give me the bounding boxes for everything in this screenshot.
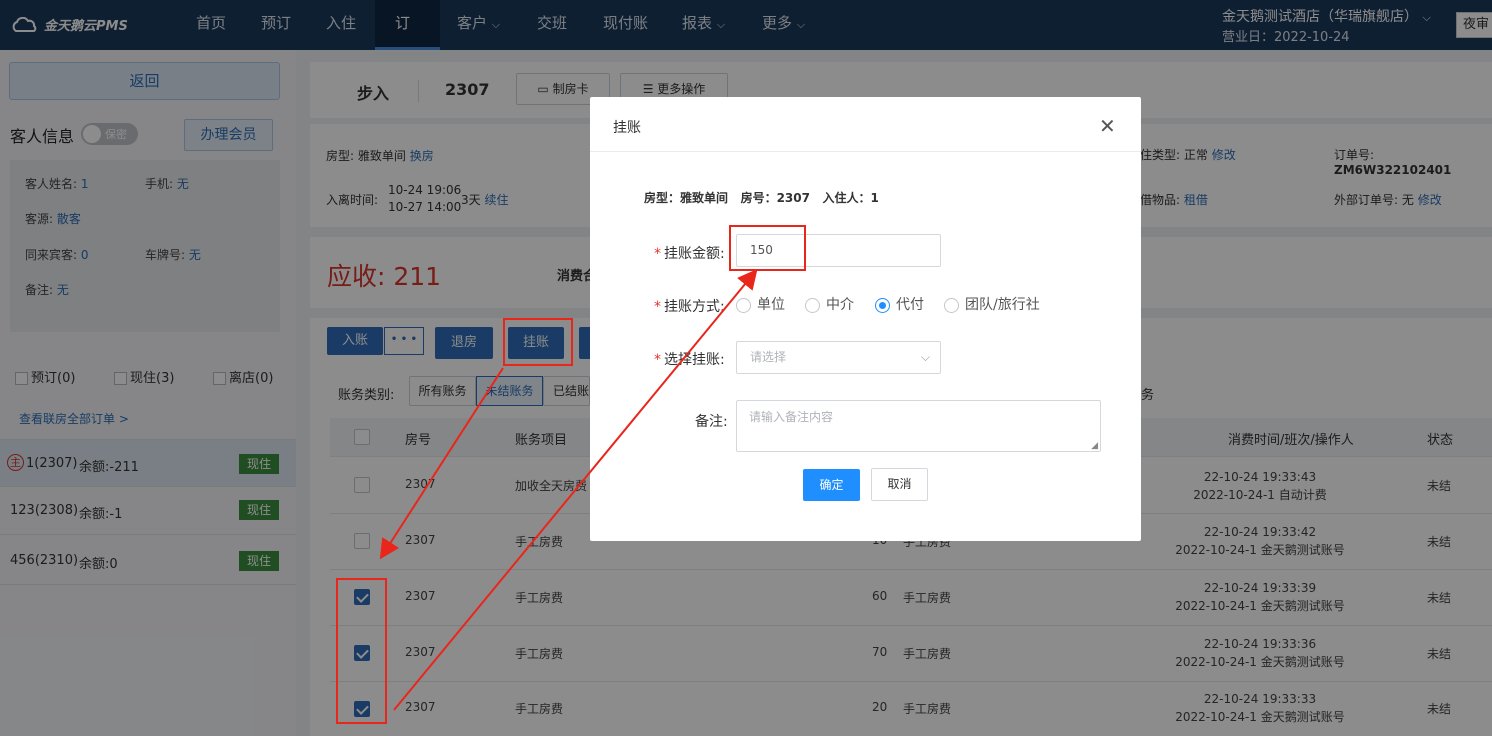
resize-handle-icon: ◢	[1091, 441, 1098, 451]
divider	[590, 151, 1141, 152]
close-icon[interactable]: ✕	[1099, 114, 1116, 138]
annotation-box-selected-rows	[336, 578, 387, 724]
dialog-title: 挂账	[613, 120, 641, 136]
chevron-down-icon: ⌵	[920, 350, 930, 364]
confirm-button[interactable]: 确定	[803, 469, 860, 501]
radio-icon	[805, 297, 820, 313]
remark-label: 备注:	[695, 414, 728, 430]
remark-textarea[interactable]: 请输入备注内容 ◢	[736, 400, 1101, 452]
method-label: * 挂账方式:	[654, 299, 725, 315]
method-option-agent[interactable]: 中介	[805, 294, 854, 314]
method-option-unit[interactable]: 单位	[736, 294, 785, 314]
radio-selected-icon	[875, 297, 890, 313]
credit-dialog: 挂账 ✕ 房型：雅致单间 房号：2307 入住人：1 * 挂账金额: 150 * 挂…	[590, 97, 1141, 541]
annotation-box-amount-input	[729, 225, 806, 271]
radio-icon	[736, 297, 751, 313]
select-credit-label: * 选择挂账:	[654, 352, 725, 368]
method-option-group[interactable]: 团队/旅行社	[944, 294, 1040, 314]
credit-account-select[interactable]: 请选择 ⌵	[736, 341, 941, 374]
amount-label: * 挂账金额:	[654, 246, 725, 262]
method-option-proxy[interactable]: 代付	[875, 294, 924, 314]
annotation-box-credit-button	[503, 318, 573, 366]
dialog-room-info: 房型：雅致单间 房号：2307 入住人：1	[644, 191, 879, 205]
cancel-button[interactable]: 取消	[871, 468, 928, 501]
radio-icon	[944, 297, 959, 313]
